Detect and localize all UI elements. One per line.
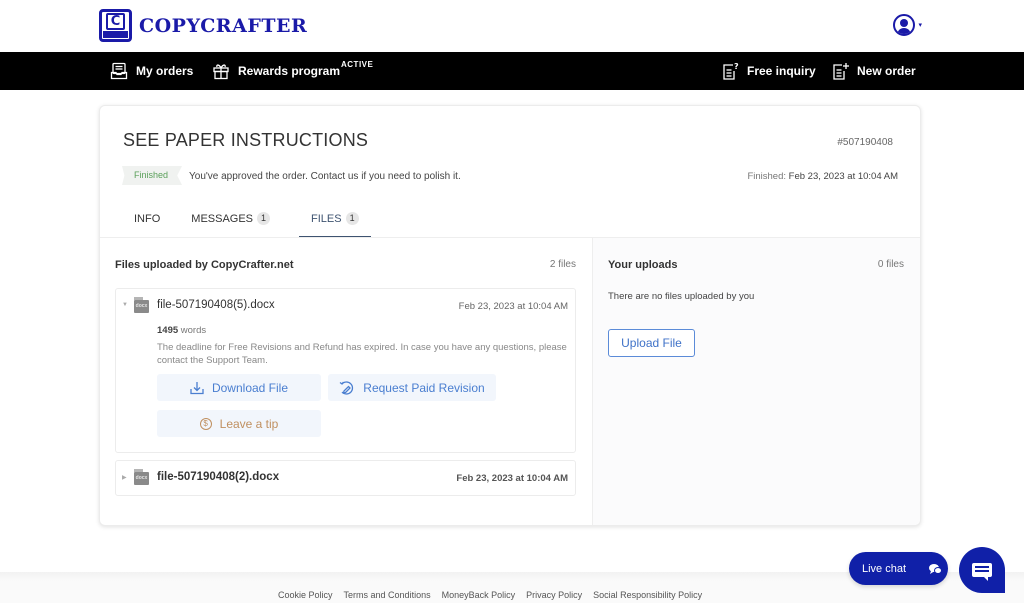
tab-files-label: FILES xyxy=(311,213,342,225)
revision-icon xyxy=(339,380,354,395)
leave-tip-label: Leave a tip xyxy=(219,416,279,431)
rewards-active-badge: ACTIVE xyxy=(341,60,374,69)
svg-text:?: ? xyxy=(734,62,739,71)
chevron-down-icon: ▾ xyxy=(918,22,922,29)
order-id: #507190408 xyxy=(837,137,893,148)
upload-file-button[interactable]: Upload File xyxy=(608,329,695,357)
finished-date-value: Feb 23, 2023 at 10:04 AM xyxy=(788,171,898,182)
dollar-coin-icon: $ xyxy=(199,417,212,430)
new-document-icon xyxy=(833,63,849,80)
file-item: ▼ docx file-507190408(5).docx Feb 23, 20… xyxy=(115,288,576,453)
tab-files[interactable]: FILES 1 xyxy=(299,209,371,238)
status-badge: Finished xyxy=(122,166,183,185)
your-uploads-title: Your uploads xyxy=(608,259,678,271)
user-avatar-icon xyxy=(893,14,916,36)
inquiry-document-icon: ? xyxy=(723,62,739,80)
order-tabs: INFO MESSAGES 1 FILES 1 xyxy=(123,209,371,238)
file-name[interactable]: file-507190408(2).docx xyxy=(157,471,279,483)
order-card: SEE PAPER INSTRUCTIONS #507190408 Finish… xyxy=(99,105,921,526)
file-name[interactable]: file-507190408(5).docx xyxy=(157,299,275,311)
footer-link-cookie-policy[interactable]: Cookie Policy xyxy=(278,590,333,600)
word-count: 1495 words xyxy=(157,325,206,336)
no-uploads-message: There are no files uploaded by you xyxy=(608,291,755,302)
finished-date: Finished: Feb 23, 2023 at 10:04 AM xyxy=(747,171,898,182)
download-icon xyxy=(190,381,204,394)
footer-link-moneyback[interactable]: MoneyBack Policy xyxy=(442,590,516,600)
files-count-badge: 1 xyxy=(345,212,359,225)
status-message: You've approved the order. Contact us if… xyxy=(189,171,461,182)
docx-file-icon: docx xyxy=(134,297,149,313)
main-nav: My orders Rewards program ACTIVE ? Free … xyxy=(0,52,1024,90)
nav-free-inquiry[interactable]: ? Free inquiry xyxy=(721,52,816,90)
download-file-label: Download File xyxy=(211,380,289,395)
live-chat-label: Live chat xyxy=(862,562,907,575)
request-paid-revision-label: Request Paid Revision xyxy=(363,380,485,395)
footer-links: Cookie Policy Terms and Conditions Money… xyxy=(278,590,702,600)
writer-files-title: Files uploaded by CopyCrafter.net xyxy=(115,259,294,271)
message-icon xyxy=(972,563,992,581)
download-file-button[interactable]: Download File xyxy=(157,374,321,401)
footer-link-terms[interactable]: Terms and Conditions xyxy=(344,590,431,600)
chat-bubbles-icon xyxy=(929,563,943,574)
tab-messages[interactable]: MESSAGES 1 xyxy=(191,209,271,238)
leave-tip-button[interactable]: $ Leave a tip xyxy=(157,410,321,437)
finished-date-label: Finished: xyxy=(747,171,787,182)
footer-link-privacy[interactable]: Privacy Policy xyxy=(526,590,582,600)
tab-info[interactable]: INFO xyxy=(134,209,160,238)
user-menu[interactable]: ▾ xyxy=(893,14,922,36)
caret-right-icon[interactable]: ▶ xyxy=(122,474,127,481)
file-date: Feb 23, 2023 at 10:04 AM xyxy=(458,301,568,312)
chat-launcher-button[interactable] xyxy=(959,547,1005,593)
logo-letter: C xyxy=(106,13,125,30)
nav-new-order-label: New order xyxy=(857,64,916,78)
messages-count-badge: 1 xyxy=(257,212,271,225)
gift-icon xyxy=(213,64,229,80)
order-title: SEE PAPER INSTRUCTIONS xyxy=(123,130,369,150)
logo[interactable]: C COPYCRAFTER xyxy=(99,9,307,42)
nav-rewards-label: Rewards program xyxy=(238,64,341,78)
file-date: Feb 23, 2023 at 10:04 AM xyxy=(456,473,568,484)
live-chat-button[interactable]: Live chat xyxy=(849,552,948,585)
brand-name: COPYCRAFTER xyxy=(139,14,308,37)
file-header[interactable]: ▶ docx file-507190408(2).docx Feb 23, 20… xyxy=(116,461,575,495)
writer-files-count: 2 files xyxy=(549,259,576,270)
top-header: C COPYCRAFTER ▾ xyxy=(0,0,1024,52)
your-uploads-count: 0 files xyxy=(877,259,904,270)
file-item: ▶ docx file-507190408(2).docx Feb 23, 20… xyxy=(115,460,576,496)
writer-files-panel: Files uploaded by CopyCrafter.net 2 file… xyxy=(100,238,592,525)
footer-link-social-responsibility[interactable]: Social Responsibility Policy xyxy=(593,590,702,600)
inbox-icon xyxy=(110,62,128,80)
tab-info-label: INFO xyxy=(134,213,161,225)
nav-rewards-program[interactable]: Rewards program xyxy=(212,52,340,90)
revision-deadline-notice: The deadline for Free Revisions and Refu… xyxy=(157,342,567,366)
word-count-label: words xyxy=(180,325,207,336)
file-header[interactable]: ▼ docx file-507190408(5).docx Feb 23, 20… xyxy=(116,289,575,323)
your-uploads-panel: Your uploads 0 files There are no files … xyxy=(592,238,920,525)
docx-file-icon: docx xyxy=(134,469,149,485)
tab-messages-label: MESSAGES xyxy=(191,213,254,225)
nav-new-order[interactable]: New order xyxy=(831,52,916,90)
request-paid-revision-button[interactable]: Request Paid Revision xyxy=(328,374,496,401)
nav-my-orders-label: My orders xyxy=(136,64,194,78)
logo-icon: C xyxy=(99,9,132,42)
caret-down-icon[interactable]: ▼ xyxy=(122,302,128,308)
word-count-value: 1495 xyxy=(157,325,179,336)
nav-my-orders[interactable]: My orders xyxy=(110,52,193,90)
nav-free-inquiry-label: Free inquiry xyxy=(747,64,816,78)
